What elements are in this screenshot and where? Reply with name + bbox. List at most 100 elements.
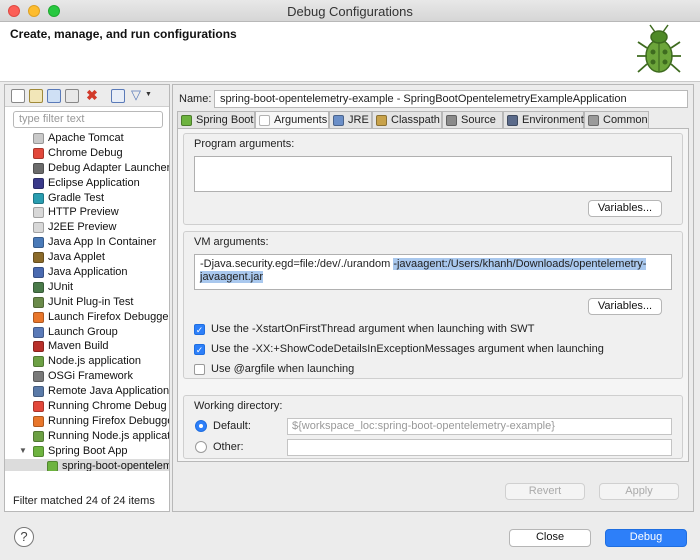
tree-item-label: Debug Adapter Launcher (48, 161, 169, 174)
program-arguments-group: Program arguments: Variables... (183, 133, 683, 225)
chrome-icon (33, 147, 44, 159)
tree-item[interactable]: Apache Tomcat (5, 131, 169, 146)
header-banner: Create, manage, and run configurations (0, 22, 700, 82)
duplicate-icon[interactable] (65, 89, 79, 103)
left-toolbar: ✖ ▽ ▼ (5, 85, 169, 107)
new-prototype-icon[interactable] (29, 89, 43, 103)
tree-item-label: Chrome Debug (48, 146, 123, 159)
name-label: Name: (179, 93, 212, 105)
tree-item-label: HTTP Preview (48, 206, 119, 219)
expand-arrow-icon[interactable]: ▼ (19, 444, 27, 459)
tree-item-label: spring-boot-opentelem (62, 459, 169, 471)
tab-label: Classpath (391, 114, 440, 126)
other-radio[interactable] (195, 441, 207, 453)
tree-item[interactable]: Running Firefox Debugger (5, 414, 169, 429)
tab-jre[interactable]: JRE (329, 111, 372, 129)
configuration-list-panel: ✖ ▽ ▼ type filter text Apache Tomcat Chro… (4, 84, 170, 512)
argfile-checkbox[interactable] (194, 364, 205, 375)
delete-icon[interactable]: ✖ (85, 88, 99, 103)
tree-item-label: JUnit (48, 280, 74, 293)
vm-arguments-input[interactable]: -Djava.security.egd=file:/dev/./urandom … (194, 254, 672, 290)
filter-input[interactable]: type filter text (13, 111, 163, 128)
tree-item-label: Running Chrome Debug In (48, 400, 169, 413)
tree-item[interactable]: Launch Firefox Debugger (5, 310, 169, 325)
spring-boot-icon (47, 460, 58, 471)
bug-icon (637, 24, 681, 73)
tree-item[interactable]: Java App In Container (5, 235, 169, 250)
tree-item[interactable]: Remote Java Application (5, 384, 169, 399)
tree-item[interactable]: Node.js application (5, 354, 169, 369)
tree-item[interactable]: Gradle Test (5, 191, 169, 206)
help-button[interactable]: ? (14, 527, 34, 547)
tab-source[interactable]: Source (442, 111, 503, 129)
tomcat-icon (33, 133, 44, 144)
tree-item-label: Java App In Container (48, 236, 157, 249)
other-directory-field[interactable] (287, 439, 672, 456)
tree-item[interactable]: JUnit Plug-in Test (5, 295, 169, 310)
tab-classpath[interactable]: Classpath (372, 111, 442, 129)
show-code-details-checkbox[interactable]: ✓ (194, 344, 205, 355)
new-config-icon[interactable] (11, 89, 25, 103)
vm-arguments-group: VM arguments: -Djava.security.egd=file:/… (183, 231, 683, 379)
debug-button[interactable]: Debug (605, 529, 687, 547)
tree-item[interactable]: Java Applet (5, 250, 169, 265)
tree-item[interactable]: OSGi Framework (5, 369, 169, 384)
tree-item[interactable]: JUnit (5, 280, 169, 295)
tree-item[interactable]: spring-boot-opentelem (5, 458, 169, 471)
program-arguments-title: Program arguments: (194, 138, 295, 150)
program-variables-button[interactable]: Variables... (588, 200, 662, 217)
tree-item[interactable]: Launch Group (5, 325, 169, 340)
revert-button[interactable]: Revert (505, 483, 585, 500)
tree-item[interactable]: ▼ Spring Boot App (5, 444, 169, 459)
tree-item[interactable]: Chrome Debug (5, 146, 169, 161)
tree-item[interactable]: Running Node.js applicatio (5, 429, 169, 444)
tree-item[interactable]: HTTP Preview (5, 205, 169, 220)
dropdown-arrow-icon[interactable]: ▼ (145, 89, 159, 103)
default-directory-field[interactable]: ${workspace_loc:spring-boot-opentelemetr… (287, 418, 672, 435)
show-code-details-label: Use the -XX:+ShowCodeDetailsInExceptionM… (211, 343, 604, 355)
tree-item[interactable]: J2EE Preview (5, 220, 169, 235)
tree-item[interactable]: Java Application (5, 265, 169, 280)
program-arguments-input[interactable] (194, 156, 672, 192)
tree-item-label: OSGi Framework (48, 370, 133, 383)
xstart-checkbox[interactable]: ✓ (194, 324, 205, 335)
firefox-icon (33, 311, 44, 323)
eclipse-icon (33, 177, 44, 189)
tree-item-label: Gradle Test (48, 191, 105, 204)
junit-icon (33, 281, 44, 293)
other-label: Other: (213, 441, 244, 453)
working-directory-title: Working directory: (194, 400, 283, 412)
java-container-icon (33, 237, 44, 249)
tab-common[interactable]: Common (584, 111, 649, 129)
vm-variables-button[interactable]: Variables... (588, 298, 662, 315)
debug-adapter-icon (33, 162, 44, 174)
apply-button[interactable]: Apply (599, 483, 679, 500)
tree-item[interactable]: Running Chrome Debug In (5, 399, 169, 414)
configuration-tree: Apache Tomcat Chrome Debug Debug Adapter L… (5, 131, 169, 471)
tab-label: Spring Boot (196, 114, 254, 126)
tree-item[interactable]: Maven Build (5, 339, 169, 354)
tab-spring-boot[interactable]: Spring Boot (177, 111, 255, 129)
collapse-all-icon[interactable] (111, 89, 125, 103)
tree-item-label: Running Firefox Debugger (48, 414, 169, 427)
osgi-icon (33, 371, 44, 383)
tree-item[interactable]: Eclipse Application (5, 176, 169, 191)
tree-item-label: Remote Java Application (48, 385, 169, 398)
jre-icon (333, 115, 344, 126)
tree-item[interactable]: Debug Adapter Launcher (5, 161, 169, 176)
tab-label: Common (603, 114, 648, 126)
working-directory-group: Working directory: Default: ${workspace_… (183, 395, 683, 459)
export-icon[interactable] (47, 89, 61, 103)
arguments-icon (259, 115, 270, 126)
environment-icon (507, 115, 518, 126)
default-radio[interactable] (195, 420, 207, 432)
filter-icon[interactable]: ▽ (129, 88, 143, 103)
close-button[interactable]: Close (509, 529, 591, 547)
tab-label: JRE (348, 114, 369, 126)
firefox-icon (33, 415, 44, 427)
tree-item-label: Java Applet (48, 251, 105, 264)
tab-environment[interactable]: Environment (503, 111, 584, 129)
tree-item-label: J2EE Preview (48, 221, 117, 234)
maven-icon (33, 341, 44, 353)
name-field[interactable]: spring-boot-opentelemetry-example - Spri… (214, 90, 688, 108)
